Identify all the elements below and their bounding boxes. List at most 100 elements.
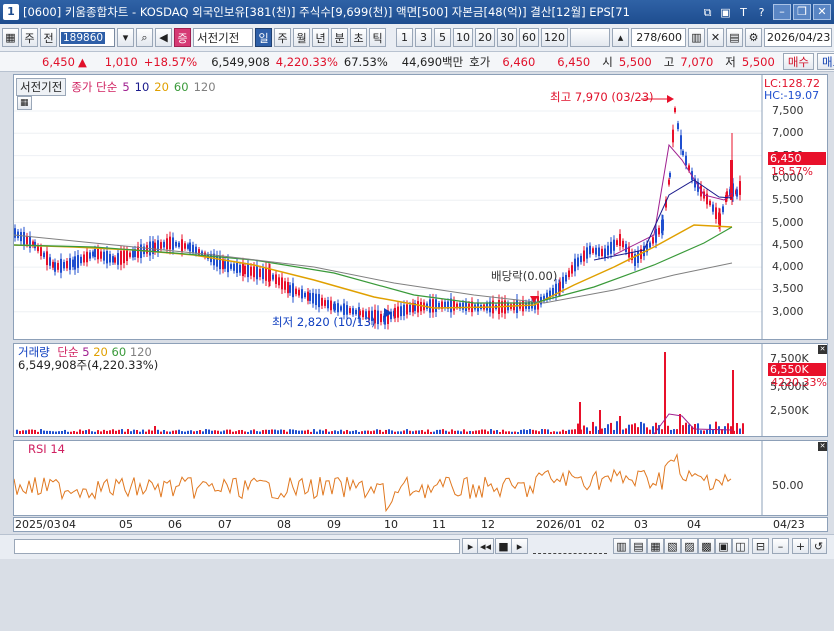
sound-icon[interactable]: ◀: [155, 28, 172, 47]
view-icon-4[interactable]: ▧: [664, 538, 681, 554]
x-label-07: 07: [218, 518, 232, 531]
high-price: 7,070: [680, 54, 714, 69]
help-icon[interactable]: ?: [754, 5, 769, 20]
week-button[interactable]: 주: [274, 28, 291, 47]
interval-5[interactable]: 5: [434, 28, 451, 47]
volume-bar: [490, 429, 492, 434]
vol-tick-2500: 2,500K: [770, 404, 809, 417]
volume-bar: [706, 429, 708, 434]
volume-bar: [460, 431, 462, 434]
volume-bar: [406, 429, 408, 434]
interval-input[interactable]: [570, 28, 610, 47]
volume-bar: [220, 431, 222, 434]
link-icon[interactable]: ⧉: [700, 5, 715, 20]
font-icon[interactable]: T: [736, 5, 751, 20]
volume-bar: [310, 431, 312, 434]
forward-icon[interactable]: ▸: [511, 538, 528, 554]
chart-type-icon[interactable]: ▥: [688, 28, 705, 47]
close-icon[interactable]: ✕: [813, 4, 831, 20]
minimize-icon[interactable]: –: [773, 4, 791, 20]
volume-bar: [652, 426, 654, 434]
rsi-chart[interactable]: [14, 441, 827, 515]
period-select[interactable]: 주: [21, 28, 38, 47]
stock-name-field[interactable]: 서전기전: [193, 28, 253, 47]
zoom-out-icon[interactable]: –: [772, 538, 789, 554]
interval-10[interactable]: 10: [453, 28, 473, 47]
volume-pct-tag: 4220.33%: [771, 376, 827, 389]
volume-close-icon[interactable]: ✕: [818, 345, 827, 354]
candle-body: [586, 247, 588, 259]
year-button[interactable]: 년: [312, 28, 329, 47]
table-icon[interactable]: ▦: [17, 96, 32, 110]
restore-icon[interactable]: ❐: [793, 4, 811, 20]
candle-body: [112, 256, 114, 263]
interval-120[interactable]: 120: [541, 28, 568, 47]
view-icon-8[interactable]: ◫: [732, 538, 749, 554]
ma20-line: [14, 224, 733, 309]
disk-icon[interactable]: ▤: [726, 28, 743, 47]
buy-button[interactable]: 매수: [782, 53, 814, 70]
tick-button[interactable]: 틱: [369, 28, 386, 47]
view-icon-6[interactable]: ▩: [698, 538, 715, 554]
interval-60[interactable]: 60: [519, 28, 539, 47]
stop-icon[interactable]: ■: [495, 538, 512, 554]
interval-3[interactable]: 3: [415, 28, 432, 47]
volume-bar: [124, 431, 126, 434]
dropdown-icon[interactable]: ▾: [117, 28, 134, 47]
price-change: 1,010: [104, 54, 138, 69]
grid-icon[interactable]: ▦: [2, 28, 19, 47]
minute-button[interactable]: 분: [331, 28, 348, 47]
volume-bar: [316, 431, 318, 434]
second-button[interactable]: 초: [350, 28, 367, 47]
x-label-11: 11: [432, 518, 446, 531]
day-button[interactable]: 일: [255, 28, 272, 47]
zoom-in-icon[interactable]: +: [792, 538, 809, 554]
rsi-panel[interactable]: [13, 440, 828, 516]
volume-bar: [151, 430, 153, 434]
month-button[interactable]: 월: [293, 28, 310, 47]
candle-body: [616, 240, 618, 246]
volume-bar: [214, 430, 216, 434]
view-icon-1[interactable]: ▥: [613, 538, 630, 554]
date-field[interactable]: 2026/04/23: [764, 28, 832, 47]
save-icon[interactable]: ▣: [718, 5, 733, 20]
volume-bar: [55, 431, 57, 434]
price-tick: 3,500: [772, 282, 804, 296]
volume-bar: [49, 430, 51, 434]
search-icon[interactable]: ⌕: [136, 28, 153, 47]
zoom-slider[interactable]: [533, 539, 607, 554]
interval-30[interactable]: 30: [497, 28, 517, 47]
interval-20[interactable]: 20: [475, 28, 495, 47]
view-icon-2[interactable]: ▤: [630, 538, 647, 554]
candle-body: [120, 251, 122, 265]
interval-1[interactable]: 1: [396, 28, 413, 47]
spin-icon[interactable]: ▴: [612, 28, 629, 47]
view-icon-7[interactable]: ▣: [715, 538, 732, 554]
reset-icon[interactable]: ↺: [810, 538, 827, 554]
rewind-icon[interactable]: ◂◂: [477, 538, 495, 554]
cross-icon[interactable]: ✕: [707, 28, 724, 47]
settings-icon[interactable]: ⚙: [745, 28, 762, 47]
candle-body: [577, 257, 579, 267]
candle-body: [259, 268, 261, 278]
candle-body: [669, 172, 671, 178]
view-icon-5[interactable]: ▨: [681, 538, 698, 554]
data-count[interactable]: 278/600: [631, 28, 686, 47]
volume-bar: [331, 431, 333, 434]
view-icon-9[interactable]: ⊟: [752, 538, 769, 554]
candle-body: [435, 299, 437, 312]
prev-button[interactable]: 전: [40, 28, 57, 47]
price-chart[interactable]: [14, 75, 827, 339]
volume-bar: [418, 430, 420, 434]
volume-bar: [88, 429, 90, 434]
stock-code-input[interactable]: 189860: [59, 28, 115, 47]
rsi-close-icon[interactable]: ✕: [818, 442, 827, 451]
volume-bar: [28, 429, 30, 434]
candle-body: [658, 227, 660, 235]
candle-body: [607, 245, 609, 256]
price-panel[interactable]: [13, 74, 828, 340]
sell-button[interactable]: 매도: [816, 53, 834, 70]
view-icon-3[interactable]: ▦: [647, 538, 664, 554]
candle-body: [337, 303, 339, 313]
scroll-track[interactable]: [14, 539, 460, 554]
